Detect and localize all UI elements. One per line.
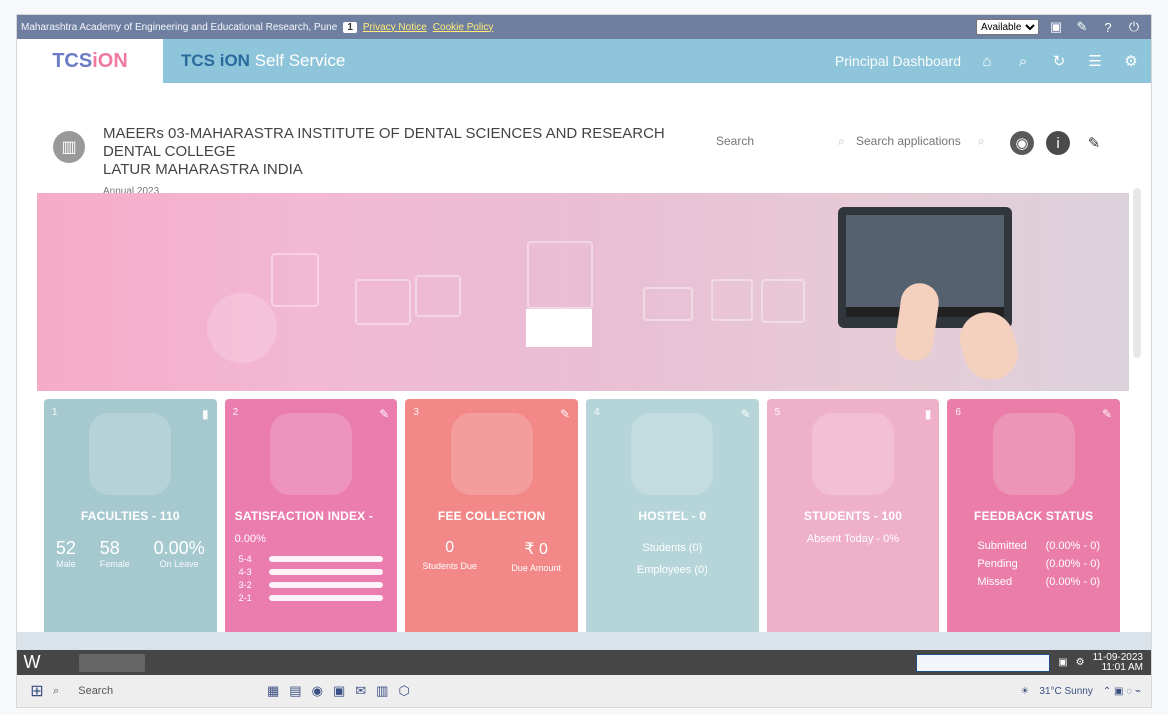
faculty-card[interactable]: 1 ▮ FACULTIES - 110 52 Male 58 Female 0.00%… xyxy=(44,399,217,636)
emoji-illustration xyxy=(269,413,352,495)
application-bar: TCS iON TCS iON Self Service Principal D… xyxy=(17,39,1151,83)
money-illustration xyxy=(450,413,533,495)
menu-icon[interactable]: ☰ xyxy=(1085,51,1105,71)
home-icon[interactable]: ⌂ xyxy=(977,51,997,71)
page-footer xyxy=(17,632,1151,650)
windows-taskbar: ⊞ ⌕ Search ▦ ▤ ◉ ▣ ✉ ▥ ⬡ ☀ 31°C Sunny ⌃ … xyxy=(17,675,1151,707)
profile-icon[interactable]: ◉ xyxy=(1010,131,1034,155)
lock-icon[interactable]: ▣ xyxy=(1047,18,1065,36)
file-explorer-icon[interactable]: ▤ xyxy=(289,683,301,699)
faculty-illustration xyxy=(89,413,172,495)
edit-icon[interactable]: ✎ xyxy=(1102,407,1112,421)
info-icon[interactable]: i xyxy=(1046,131,1070,155)
privacy-link[interactable]: Privacy Notice xyxy=(363,22,427,33)
institution-name: MAEERs 03-MAHARASTRA INSTITUTE OF DENTAL… xyxy=(103,125,703,201)
principal-dashboard-label[interactable]: Principal Dashboard xyxy=(835,53,961,69)
edit-icon[interactable]: ✎ xyxy=(379,407,389,421)
weather-text[interactable]: 31°C Sunny xyxy=(1039,686,1092,697)
mail-icon[interactable]: ✉ xyxy=(355,683,366,699)
browser-icon[interactable]: ◉ xyxy=(312,683,323,699)
chart-icon: ▮ xyxy=(924,407,932,421)
application-search-input[interactable] xyxy=(854,133,970,149)
store-icon[interactable]: ▣ xyxy=(333,683,345,699)
clock: 11-09-2023 11:01 AM xyxy=(1092,651,1143,673)
tray-icons[interactable]: ⌃ ▣ ◌ ⌁ xyxy=(1103,686,1141,697)
self-service-title: TCS iON Self Service xyxy=(181,51,346,70)
dashboard-header: ▥ MAEERs 03-MAHARASTRA INSTITUTE OF DENT… xyxy=(17,83,1151,358)
start-icon[interactable]: ⊞ xyxy=(25,679,49,703)
institution-strip: Maharashtra Academy of Engineering and E… xyxy=(17,15,1151,39)
students-card[interactable]: 5 ▮ STUDENTS - 100 Absent Today - 0% xyxy=(766,399,940,636)
search-input[interactable] xyxy=(714,133,830,149)
search-icon[interactable]: ⌕ xyxy=(1013,51,1033,71)
banner-highlight xyxy=(526,309,592,347)
tcs-ion-logo[interactable]: TCS iON xyxy=(17,39,163,83)
network-icon[interactable]: ▣ xyxy=(1058,657,1067,668)
feedback-card[interactable]: 6 ✎ FEEDBACK STATUS Submitted (0.00% - 0) … xyxy=(947,399,1120,636)
dashboard-banner xyxy=(37,193,1129,391)
global-search[interactable]: ⌕ xyxy=(714,133,845,149)
fee-card[interactable]: 3 ✎ FEE COLLECTION 0 Students Due ₹ 0 Due A… xyxy=(405,399,578,636)
language-select[interactable]: Available xyxy=(976,19,1039,35)
edit-icon[interactable]: ✎ xyxy=(1082,131,1106,155)
open-tab[interactable] xyxy=(79,653,145,672)
cookie-link[interactable]: Cookie Policy xyxy=(433,22,494,33)
satisfaction-card[interactable]: 2 ✎ SATISFACTION INDEX - 0.00% 5-4 4-3 3-… xyxy=(224,399,398,636)
hostel-card[interactable]: 4 ✎ HOSTEL - 0 Students (0) Employees (0) xyxy=(586,399,759,636)
feedback-illustration xyxy=(992,413,1075,495)
search-icon[interactable]: ⌕ xyxy=(978,134,985,149)
settings-icon[interactable]: ⚙ xyxy=(1121,51,1141,71)
refresh-icon[interactable]: ↻ xyxy=(1049,51,1069,71)
weather-icon[interactable]: ☀ xyxy=(1020,686,1029,697)
edit-icon[interactable]: ✎ xyxy=(741,407,751,421)
browser-search-box[interactable] xyxy=(916,653,1051,672)
search-icon[interactable]: ⌕ xyxy=(838,134,845,149)
browser-taskbar: W ▣ ⚙ 11-09-2023 11:01 AM xyxy=(17,650,1151,675)
folder-icon[interactable]: ▥ xyxy=(376,683,388,699)
settings-icon[interactable]: ⚙ xyxy=(1076,657,1085,668)
pencil-icon[interactable]: ✎ xyxy=(1073,18,1091,36)
application-search[interactable]: ⌕ xyxy=(854,133,985,149)
page-scrollbar[interactable] xyxy=(1133,188,1141,358)
hostel-illustration xyxy=(631,413,714,495)
search-field[interactable]: ⌕ Search xyxy=(49,679,157,703)
students-illustration xyxy=(811,413,894,495)
task-view-icon[interactable]: ▦ xyxy=(267,683,279,699)
edit-icon[interactable]: ✎ xyxy=(560,407,570,421)
institution-title: Maharashtra Academy of Engineering and E… xyxy=(21,21,338,33)
app-window: Maharashtra Academy of Engineering and E… xyxy=(16,14,1152,708)
search-icon[interactable]: ⌕ xyxy=(53,685,59,698)
page-counter[interactable]: 1 xyxy=(343,21,357,33)
college-icon: ▥ xyxy=(53,131,85,163)
power-icon[interactable]: ⏻ xyxy=(1125,18,1143,36)
help-icon[interactable]: ? xyxy=(1099,18,1117,36)
app-icon[interactable]: ⬡ xyxy=(398,683,409,699)
windows-icon[interactable]: W xyxy=(17,650,47,675)
chart-icon: ▮ xyxy=(202,407,209,421)
